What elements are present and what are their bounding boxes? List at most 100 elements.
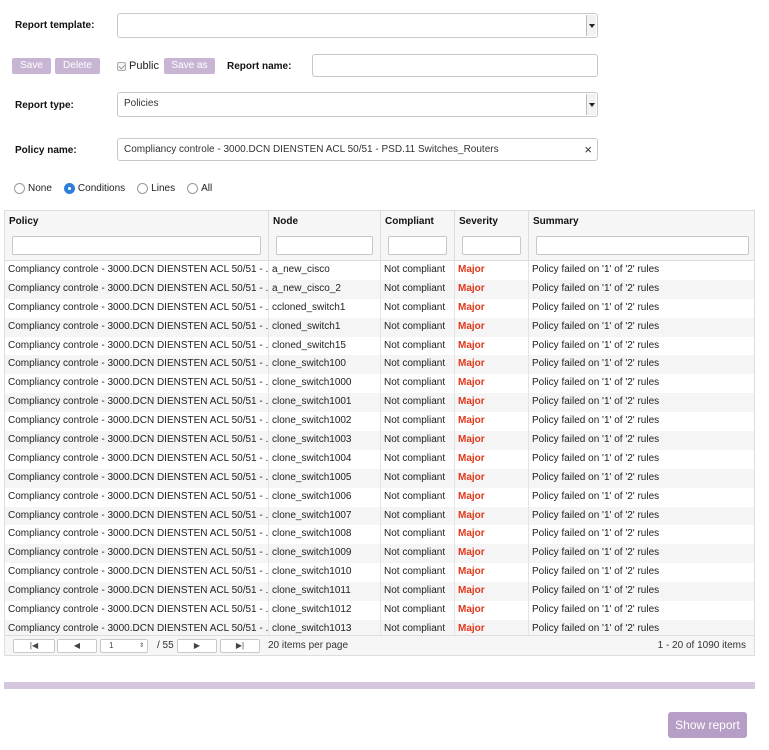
- cell-summary: Policy failed on '1' of '2' rules: [532, 358, 660, 370]
- cell-compliant: Not compliant: [381, 336, 455, 356]
- first-page-icon[interactable]: |◀: [13, 639, 55, 653]
- cell-severity: Major: [455, 279, 529, 299]
- table-row[interactable]: Compliancy controle - 3000.DCN DIENSTEN …: [5, 563, 754, 583]
- page-number-input[interactable]: 1 ⇕: [100, 639, 148, 653]
- filter-input-node[interactable]: [276, 236, 373, 255]
- table-row[interactable]: Compliancy controle - 3000.DCN DIENSTEN …: [5, 336, 754, 356]
- table-row[interactable]: Compliancy controle - 3000.DCN DIENSTEN …: [5, 298, 754, 318]
- cell-severity: Major: [455, 506, 529, 526]
- table-row[interactable]: Compliancy controle - 3000.DCN DIENSTEN …: [5, 506, 754, 526]
- radio-button-icon[interactable]: [63, 183, 75, 194]
- results-grid: Policy Node Compliant Severity Summary Compl…: [4, 210, 755, 656]
- radio-conditions[interactable]: Conditions: [63, 183, 126, 194]
- column-header-summary[interactable]: Summary: [529, 211, 756, 261]
- table-row[interactable]: Compliancy controle - 3000.DCN DIENSTEN …: [5, 449, 754, 469]
- cell-node: clone_switch1009: [269, 544, 381, 564]
- table-row[interactable]: Compliancy controle - 3000.DCN DIENSTEN …: [5, 355, 754, 375]
- public-checkbox[interactable]: Public: [117, 60, 159, 72]
- table-row[interactable]: Compliancy controle - 3000.DCN DIENSTEN …: [5, 393, 754, 413]
- report-template-select[interactable]: [117, 13, 598, 38]
- cell-node: clone_switch1011: [269, 582, 381, 602]
- column-header-node[interactable]: Node: [269, 211, 381, 261]
- cell-severity: Major: [455, 525, 529, 545]
- delete-button[interactable]: Delete: [55, 58, 100, 74]
- filter-input-policy[interactable]: [12, 236, 261, 255]
- column-header-severity[interactable]: Severity: [455, 211, 529, 261]
- cell-severity: Major: [455, 544, 529, 564]
- cell-policy: Compliancy controle - 3000.DCN DIENSTEN …: [5, 355, 269, 375]
- cell-policy: Compliancy controle - 3000.DCN DIENSTEN …: [5, 525, 269, 545]
- cell-node: cloned_switch1: [269, 317, 381, 337]
- cell-compliant: Not compliant: [381, 374, 455, 394]
- column-title: Policy: [9, 216, 39, 227]
- cell-summary: Policy failed on '1' of '2' rules: [532, 547, 660, 559]
- cell-node: clone_switch1006: [269, 487, 381, 507]
- last-page-icon[interactable]: ▶|: [220, 639, 260, 653]
- report-template-label: Report template:: [15, 20, 95, 31]
- cell-severity: Major: [455, 261, 529, 280]
- cell-node: clone_switch1012: [269, 601, 381, 620]
- cell-node: clone_switch1002: [269, 412, 381, 432]
- table-row[interactable]: Compliancy controle - 3000.DCN DIENSTEN …: [5, 582, 754, 602]
- cell-policy: Compliancy controle - 3000.DCN DIENSTEN …: [5, 601, 269, 620]
- filter-input-compliant[interactable]: [388, 236, 447, 255]
- column-header-policy[interactable]: Policy: [5, 211, 269, 261]
- table-row[interactable]: Compliancy controle - 3000.DCN DIENSTEN …: [5, 601, 754, 620]
- column-title: Summary: [533, 216, 579, 227]
- filter-input-severity[interactable]: [462, 236, 521, 255]
- cell-compliant: Not compliant: [381, 355, 455, 375]
- filter-input-summary[interactable]: [536, 236, 749, 255]
- table-row[interactable]: Compliancy controle - 3000.DCN DIENSTEN …: [5, 487, 754, 507]
- cell-severity: Major: [455, 449, 529, 469]
- radio-label: Lines: [151, 183, 176, 194]
- grid-pager: |◀ ◀ 1 ⇕ / 55 ▶ ▶| 20 items per page 1 -…: [5, 635, 754, 655]
- table-row[interactable]: Compliancy controle - 3000.DCN DIENSTEN …: [5, 431, 754, 450]
- cell-summary: Policy failed on '1' of '2' rules: [532, 471, 660, 483]
- cell-summary: Policy failed on '1' of '2' rules: [532, 509, 660, 521]
- cell-summary: Policy failed on '1' of '2' rules: [532, 282, 660, 294]
- radio-button-icon[interactable]: [187, 183, 199, 194]
- next-page-icon[interactable]: ▶: [177, 639, 217, 653]
- radio-lines[interactable]: Lines: [137, 183, 175, 194]
- cell-node: ccloned_switch1: [269, 298, 381, 318]
- cell-summary: Policy failed on '1' of '2' rules: [532, 585, 660, 597]
- show-report-button[interactable]: Show report: [668, 712, 747, 738]
- cell-severity: Major: [455, 298, 529, 318]
- table-row[interactable]: Compliancy controle - 3000.DCN DIENSTEN …: [5, 261, 754, 280]
- radio-button-icon[interactable]: [137, 183, 149, 194]
- grid-header: Policy Node Compliant Severity Summary: [5, 211, 754, 261]
- cell-severity: Major: [455, 336, 529, 356]
- radio-none[interactable]: None: [14, 183, 52, 194]
- chevron-down-icon[interactable]: [586, 15, 596, 36]
- cell-compliant: Not compliant: [381, 412, 455, 432]
- items-per-page-text: 20 items per page: [268, 640, 349, 651]
- table-row[interactable]: Compliancy controle - 3000.DCN DIENSTEN …: [5, 279, 754, 299]
- table-row[interactable]: Compliancy controle - 3000.DCN DIENSTEN …: [5, 468, 754, 488]
- close-icon[interactable]: ×: [584, 139, 592, 160]
- report-name-input[interactable]: [312, 54, 598, 77]
- cell-severity: Major: [455, 393, 529, 413]
- radio-all[interactable]: All: [187, 183, 212, 194]
- public-label: Public: [129, 60, 159, 72]
- cell-summary: Policy failed on '1' of '2' rules: [532, 339, 660, 351]
- report-type-select[interactable]: Policies: [117, 92, 598, 117]
- cell-policy: Compliancy controle - 3000.DCN DIENSTEN …: [5, 506, 269, 526]
- radio-button-icon[interactable]: [14, 183, 25, 194]
- item-range-text: 1 - 20 of 1090 items: [657, 640, 746, 651]
- column-header-compliant[interactable]: Compliant: [381, 211, 455, 261]
- chevron-down-icon[interactable]: [586, 94, 596, 115]
- cell-policy: Compliancy controle - 3000.DCN DIENSTEN …: [5, 563, 269, 583]
- previous-page-icon[interactable]: ◀: [57, 639, 97, 653]
- spinner-icon[interactable]: ⇕: [139, 640, 144, 652]
- table-row[interactable]: Compliancy controle - 3000.DCN DIENSTEN …: [5, 544, 754, 564]
- cell-node: a_new_cisco: [269, 261, 381, 280]
- table-row[interactable]: Compliancy controle - 3000.DCN DIENSTEN …: [5, 317, 754, 337]
- table-row[interactable]: Compliancy controle - 3000.DCN DIENSTEN …: [5, 525, 754, 545]
- table-row[interactable]: Compliancy controle - 3000.DCN DIENSTEN …: [5, 374, 754, 394]
- table-row[interactable]: Compliancy controle - 3000.DCN DIENSTEN …: [5, 412, 754, 432]
- save-button[interactable]: Save: [12, 58, 51, 74]
- checkbox-icon[interactable]: [117, 61, 126, 71]
- save-as-button[interactable]: Save as: [164, 58, 215, 74]
- radio-label: Conditions: [77, 183, 126, 194]
- policy-name-input[interactable]: Compliancy controle - 3000.DCN DIENSTEN …: [117, 138, 598, 161]
